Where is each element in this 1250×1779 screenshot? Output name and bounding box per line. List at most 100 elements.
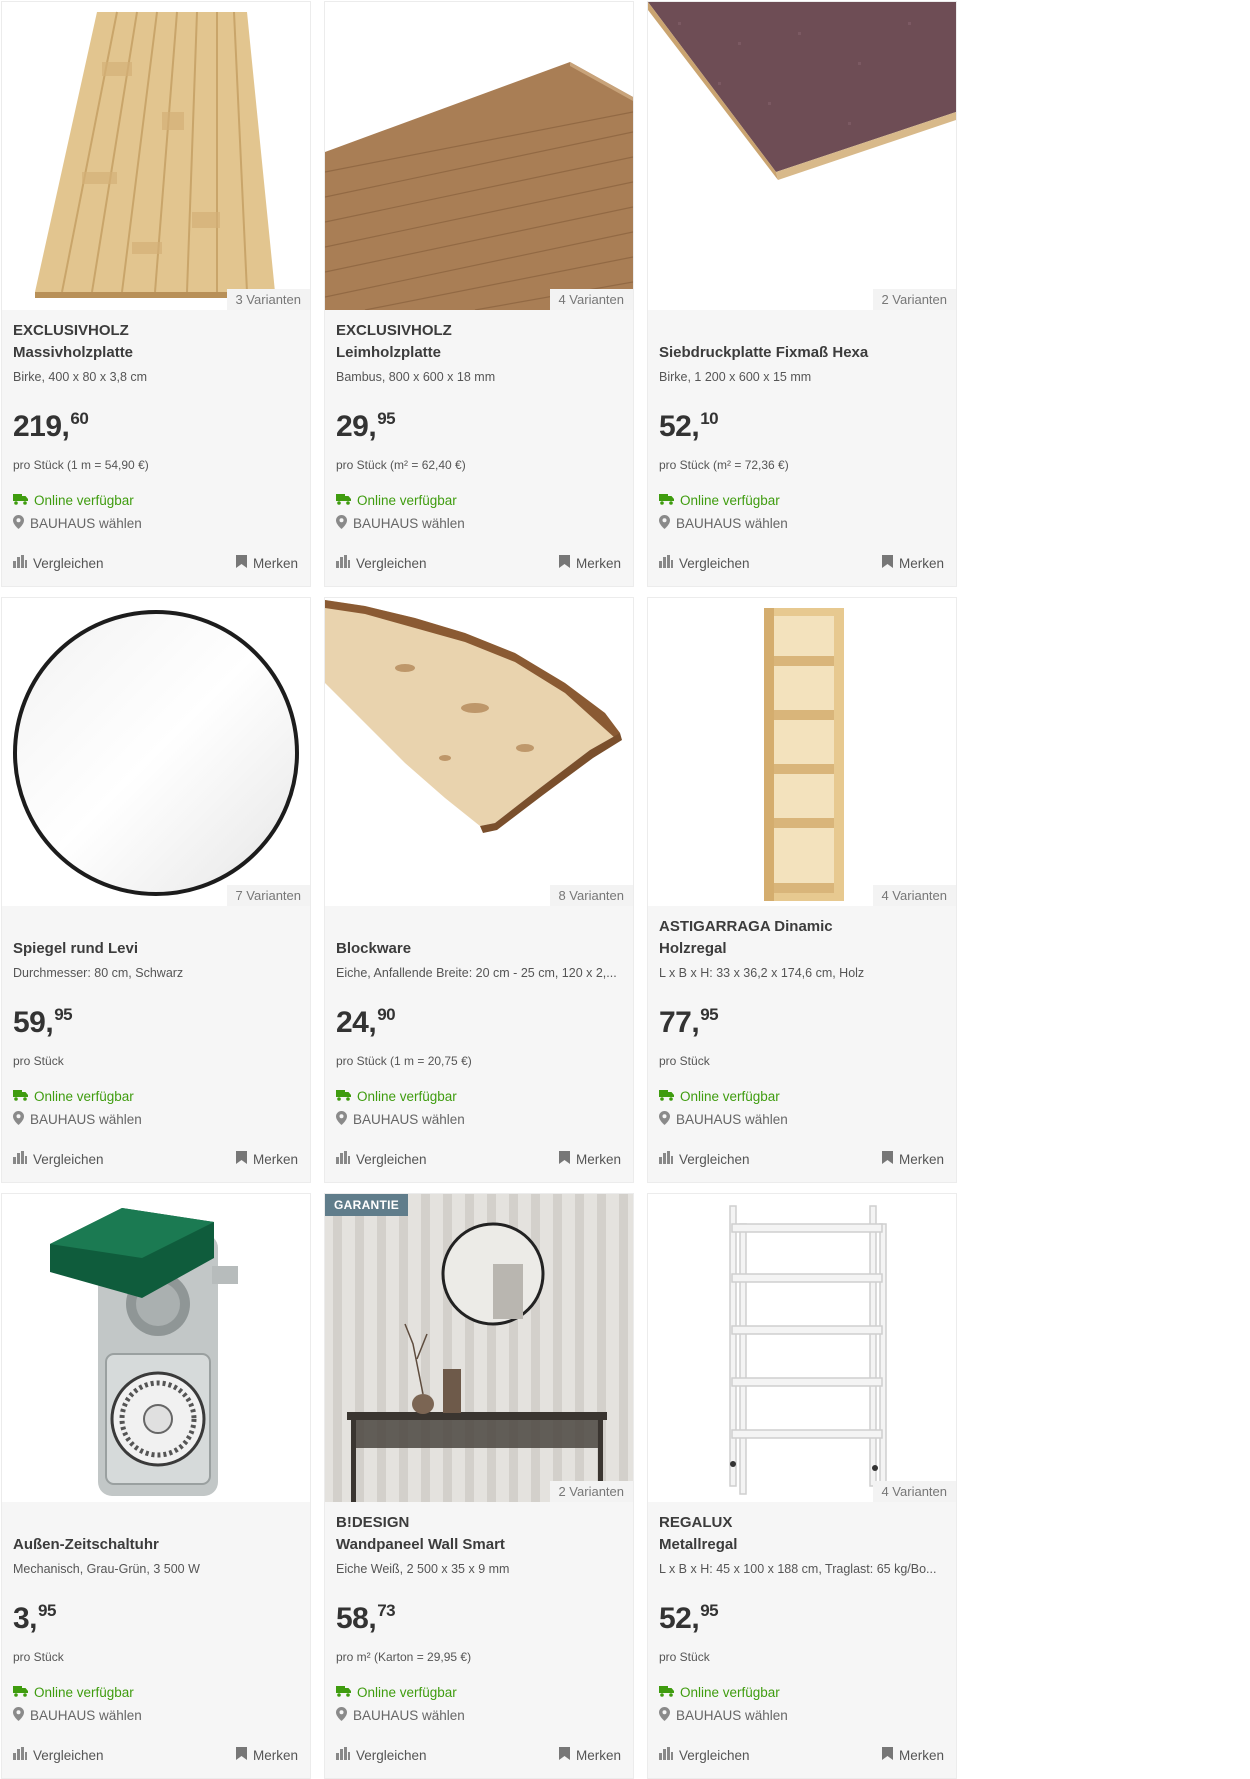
product-image[interactable]: 4 Varianten — [648, 598, 956, 906]
unit-price: pro Stück (1 m = 20,75 €) — [336, 1054, 472, 1068]
remember-label: Merken — [252, 1151, 298, 1167]
compare-label: Vergleichen — [356, 1747, 427, 1763]
truck-icon — [659, 1685, 674, 1700]
product-card[interactable]: 3 Varianten EXCLUSIVHOLZ Massivholzplatt… — [1, 1, 311, 587]
bookmark-icon — [881, 1151, 893, 1167]
remember-button[interactable]: Merken — [235, 1151, 298, 1167]
compare-button[interactable]: Vergleichen — [336, 555, 427, 571]
online-availability: Online verfügbar — [336, 493, 457, 508]
location-pin-icon — [336, 515, 347, 532]
store-select[interactable]: BAUHAUS wählen — [659, 1111, 788, 1128]
store-label: BAUHAUS wählen — [353, 1112, 465, 1127]
remember-button[interactable]: Merken — [881, 1747, 944, 1763]
price-cents: 90 — [377, 1005, 396, 1024]
store-select[interactable]: BAUHAUS wählen — [336, 515, 465, 532]
truck-icon — [336, 1089, 351, 1104]
store-select[interactable]: BAUHAUS wählen — [13, 1111, 142, 1128]
store-select[interactable]: BAUHAUS wählen — [659, 1707, 788, 1724]
product-card[interactable]: 4 Varianten ASTIGARRAGA Dinamic Holzrega… — [647, 597, 957, 1183]
product-price: 52,10 — [659, 409, 719, 448]
location-pin-icon — [336, 1111, 347, 1128]
unit-price: pro Stück (1 m = 54,90 €) — [13, 458, 149, 472]
compare-button[interactable]: Vergleichen — [659, 1151, 750, 1167]
store-label: BAUHAUS wählen — [353, 1708, 465, 1723]
store-select[interactable]: BAUHAUS wählen — [336, 1111, 465, 1128]
product-name[interactable]: Außen-Zeitschaltuhr — [13, 1536, 303, 1553]
store-label: BAUHAUS wählen — [30, 1112, 142, 1127]
product-name[interactable]: Siebdruckplatte Fixmaß Hexa — [659, 344, 949, 361]
remember-button[interactable]: Merken — [558, 1151, 621, 1167]
compare-chart-icon — [659, 1747, 673, 1763]
compare-button[interactable]: Vergleichen — [13, 1151, 104, 1167]
compare-button[interactable]: Vergleichen — [659, 1747, 750, 1763]
unit-price: pro Stück — [13, 1650, 64, 1664]
variants-label: 2 Varianten — [873, 289, 956, 310]
product-name[interactable]: Blockware — [336, 940, 626, 957]
online-label: Online verfügbar — [357, 493, 457, 508]
product-card[interactable]: Außen-Zeitschaltuhr Mechanisch, Grau-Grü… — [1, 1193, 311, 1779]
product-name[interactable]: Holzregal — [659, 940, 949, 957]
bookmark-icon — [235, 555, 247, 571]
online-availability: Online verfügbar — [659, 493, 780, 508]
store-select[interactable]: BAUHAUS wählen — [336, 1707, 465, 1724]
compare-button[interactable]: Vergleichen — [336, 1747, 427, 1763]
location-pin-icon — [659, 1707, 670, 1724]
product-image[interactable] — [2, 1194, 310, 1502]
remember-button[interactable]: Merken — [881, 555, 944, 571]
price-cents: 60 — [70, 409, 89, 428]
product-brand: B!DESIGN — [336, 1514, 410, 1531]
product-image[interactable]: 2 Varianten — [648, 2, 956, 310]
product-card[interactable]: 7 Varianten Spiegel rund Levi Durchmesse… — [1, 597, 311, 1183]
product-image[interactable]: 4 Varianten — [325, 2, 633, 310]
store-select[interactable]: BAUHAUS wählen — [659, 515, 788, 532]
product-spec: L x B x H: 33 x 36,2 x 174,6 cm, Holz — [659, 966, 865, 980]
product-image[interactable]: 8 Varianten — [325, 598, 633, 906]
product-card[interactable]: 4 Varianten EXCLUSIVHOLZ Leimholzplatte … — [324, 1, 634, 587]
price-main: 58, — [336, 1602, 377, 1635]
product-card[interactable]: GARANTIE 2 Varianten B!DESIGN Wandpaneel… — [324, 1193, 634, 1779]
compare-button[interactable]: Vergleichen — [336, 1151, 427, 1167]
product-spec: Eiche, Anfallende Breite: 20 cm - 25 cm,… — [336, 966, 617, 980]
store-select[interactable]: BAUHAUS wählen — [13, 1707, 142, 1724]
product-card[interactable]: 8 Varianten Blockware Eiche, Anfallende … — [324, 597, 634, 1183]
truck-icon — [13, 493, 28, 508]
compare-button[interactable]: Vergleichen — [13, 555, 104, 571]
product-name[interactable]: Leimholzplatte — [336, 344, 626, 361]
truck-icon — [13, 1089, 28, 1104]
product-card[interactable]: 2 Varianten Siebdruckplatte Fixmaß Hexa … — [647, 1, 957, 587]
product-image[interactable]: GARANTIE 2 Varianten — [325, 1194, 633, 1502]
product-name[interactable]: Metallregal — [659, 1536, 949, 1553]
price-cents: 95 — [54, 1005, 73, 1024]
online-availability: Online verfügbar — [13, 1685, 134, 1700]
online-label: Online verfügbar — [357, 1685, 457, 1700]
compare-button[interactable]: Vergleichen — [659, 555, 750, 571]
remember-button[interactable]: Merken — [558, 555, 621, 571]
variants-label: 8 Varianten — [550, 885, 633, 906]
price-main: 52, — [659, 410, 700, 443]
product-name[interactable]: Wandpaneel Wall Smart — [336, 1536, 626, 1553]
store-select[interactable]: BAUHAUS wählen — [13, 515, 142, 532]
product-name[interactable]: Massivholzplatte — [13, 344, 303, 361]
product-image[interactable]: 3 Varianten — [2, 2, 310, 310]
unit-price: pro Stück — [659, 1054, 710, 1068]
bookmark-icon — [235, 1747, 247, 1763]
bookmark-icon — [558, 555, 570, 571]
online-availability: Online verfügbar — [659, 1685, 780, 1700]
compare-button[interactable]: Vergleichen — [13, 1747, 104, 1763]
truck-icon — [336, 493, 351, 508]
remember-button[interactable]: Merken — [558, 1747, 621, 1763]
garantie-badge: GARANTIE — [325, 1194, 409, 1216]
remember-button[interactable]: Merken — [881, 1151, 944, 1167]
product-name[interactable]: Spiegel rund Levi — [13, 940, 303, 957]
remember-label: Merken — [575, 555, 621, 571]
product-spec: Birke, 400 x 80 x 3,8 cm — [13, 370, 148, 384]
product-card[interactable]: 4 Varianten REGALUX Metallregal L x B x … — [647, 1193, 957, 1779]
remember-label: Merken — [898, 1151, 944, 1167]
truck-icon — [659, 1089, 674, 1104]
product-image[interactable]: 7 Varianten — [2, 598, 310, 906]
remember-button[interactable]: Merken — [235, 1747, 298, 1763]
remember-button[interactable]: Merken — [235, 555, 298, 571]
store-label: BAUHAUS wählen — [676, 1112, 788, 1127]
product-image[interactable]: 4 Varianten — [648, 1194, 956, 1502]
product-price: 59,95 — [13, 1005, 73, 1044]
